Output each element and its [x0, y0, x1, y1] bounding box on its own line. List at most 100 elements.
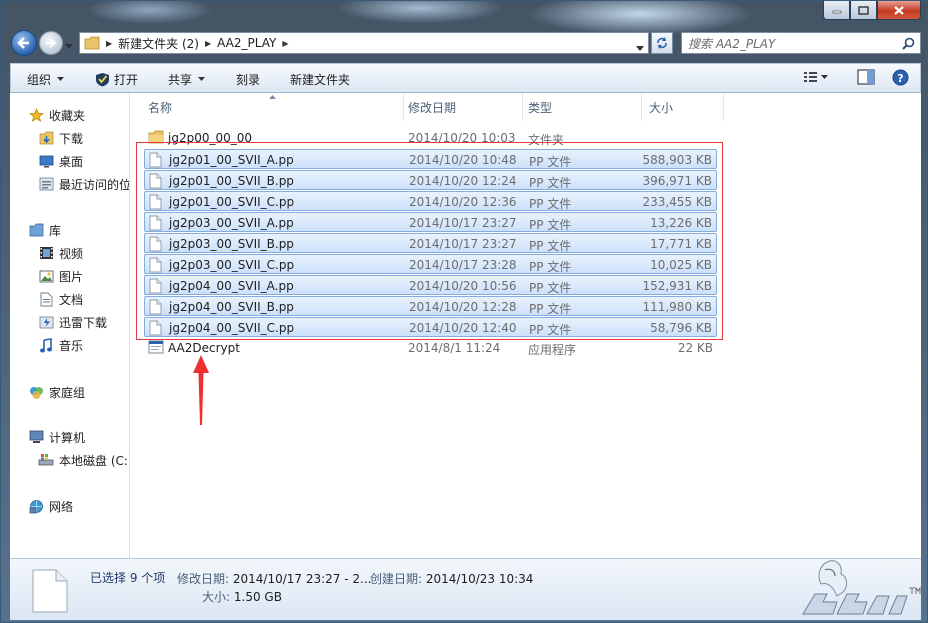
address-bar[interactable]: ▶ 新建文件夹 (2) ▶ AA2_PLAY ▶	[79, 32, 649, 54]
created-date-info: 创建日期: 2014/10/23 10:34	[370, 570, 533, 587]
nav-downloads[interactable]: 下载	[38, 128, 83, 148]
file-row-icon	[149, 278, 162, 297]
nav-local-disk[interactable]: 本地磁盘 (C:)	[38, 450, 129, 470]
nav-label: 最近访问的位置	[59, 177, 130, 192]
file-row-icon	[149, 173, 162, 192]
nav-documents[interactable]: 文档	[38, 289, 83, 309]
svg-text:?: ?	[897, 72, 903, 85]
preview-pane-button[interactable]	[857, 69, 875, 88]
breadcrumb-separator[interactable]: ▶	[205, 39, 211, 48]
file-row[interactable]: jg2p04_00_SVII_B.pp 2014/10/20 12:28 PP 文件…	[144, 296, 717, 316]
file-row[interactable]: jg2p00_00_00 2014/10/20 10:03 文件夹	[144, 128, 717, 148]
file-type: PP 文件	[529, 302, 572, 316]
nav-label: 音乐	[59, 338, 84, 353]
column-divider[interactable]	[723, 93, 724, 121]
file-size: 58,796 KB	[650, 321, 712, 335]
file-type: PP 文件	[529, 239, 572, 253]
column-header-type[interactable]: 类型	[528, 93, 552, 121]
open-label: 打开	[114, 73, 139, 87]
preview-pane-icon	[857, 69, 875, 85]
breadcrumb-separator[interactable]: ▶	[106, 39, 112, 48]
file-row[interactable]: jg2p03_00_SVII_C.pp 2014/10/17 23:28 PP 文件…	[144, 254, 717, 274]
file-icon	[149, 299, 162, 315]
file-row-icon	[149, 236, 162, 255]
burn-button[interactable]: 刻录	[236, 71, 260, 88]
size-info: 大小: 1.50 GB	[202, 588, 282, 605]
nav-homegroup[interactable]: 家庭组	[28, 382, 85, 402]
nav-desktop[interactable]: 桌面	[38, 151, 83, 171]
sort-ascending-icon	[269, 95, 276, 99]
nav-libraries[interactable]: 库	[28, 220, 61, 240]
breadcrumb-separator[interactable]: ▶	[282, 39, 288, 48]
open-button[interactable]: 打开	[95, 71, 138, 88]
view-options-button[interactable]	[803, 69, 831, 88]
file-modified-date: 2014/10/20 12:40	[409, 321, 517, 335]
nav-recent-places[interactable]: 最近访问的位置	[38, 174, 130, 194]
chevron-down-icon	[636, 46, 644, 51]
drive-icon	[38, 452, 54, 468]
forward-button[interactable]	[39, 31, 63, 55]
nav-label: 迅雷下载	[59, 315, 108, 330]
breadcrumb-item[interactable]: AA2_PLAY	[217, 36, 276, 50]
details-pane: 已选择 9 个项 修改日期: 2014/10/17 23:27 - 2... 创…	[10, 558, 921, 620]
file-modified-date: 2014/10/20 12:28	[409, 300, 517, 314]
file-icon	[149, 194, 162, 210]
nav-pictures[interactable]: 图片	[38, 266, 83, 286]
refresh-button[interactable]	[651, 32, 673, 54]
file-row-icon	[148, 130, 164, 147]
column-header-name[interactable]: 名称	[148, 93, 172, 121]
created-date-value: 2014/10/23 10:34	[425, 572, 534, 586]
help-button[interactable]: ?	[892, 69, 909, 89]
column-divider[interactable]	[522, 93, 523, 121]
column-header-size[interactable]: 大小	[649, 93, 673, 121]
nav-thunder-downloads[interactable]: 迅雷下载	[38, 312, 107, 332]
file-size: 588,903 KB	[642, 153, 712, 167]
file-name: jg2p03_00_SVII_A.pp	[169, 216, 294, 230]
file-row-icon	[149, 320, 162, 339]
music-icon	[38, 337, 54, 353]
homegroup-icon	[28, 384, 44, 400]
nav-favorites[interactable]: 收藏夹	[28, 105, 85, 125]
file-row[interactable]: jg2p04_00_SVII_C.pp 2014/10/20 12:40 PP 文件…	[144, 317, 717, 337]
share-menu[interactable]: 共享	[168, 71, 206, 88]
nav-music[interactable]: 音乐	[38, 335, 83, 355]
search-box[interactable]	[681, 32, 921, 54]
recent-pages-dropdown[interactable]	[65, 39, 73, 53]
file-row[interactable]: jg2p01_00_SVII_A.pp 2014/10/20 10:48 PP 文件…	[144, 149, 717, 169]
address-dropdown[interactable]	[636, 41, 644, 55]
modified-date-value: 2014/10/17 23:27 - 2...	[232, 572, 372, 586]
search-input[interactable]	[688, 36, 888, 51]
file-modified-date: 2014/10/17 23:28	[409, 258, 517, 272]
file-size: 111,980 KB	[642, 300, 712, 314]
thunder-folder-icon	[38, 314, 54, 330]
maximize-button[interactable]	[850, 1, 877, 20]
nav-label: 网络	[49, 499, 74, 514]
file-row-icon	[149, 194, 162, 213]
nav-computer[interactable]: 计算机	[28, 427, 85, 447]
file-icon	[149, 236, 162, 252]
column-header-modified[interactable]: 修改日期	[408, 93, 456, 121]
nav-network[interactable]: 网络	[28, 496, 73, 516]
organize-menu[interactable]: 组织	[27, 71, 65, 88]
watermark-logo	[802, 560, 921, 615]
column-divider[interactable]	[403, 93, 404, 121]
breadcrumb-item[interactable]: 新建文件夹 (2)	[118, 35, 199, 52]
back-button[interactable]	[11, 30, 37, 56]
file-row[interactable]: jg2p03_00_SVII_B.pp 2014/10/17 23:27 PP 文件…	[144, 233, 717, 253]
file-row[interactable]: AA2Decrypt 2014/8/1 11:24 应用程序 22 KB	[144, 338, 717, 358]
nav-videos[interactable]: 视频	[38, 243, 83, 263]
column-divider[interactable]	[641, 93, 642, 121]
file-row[interactable]: jg2p04_00_SVII_A.pp 2014/10/20 10:56 PP 文件…	[144, 275, 717, 295]
file-type: PP 文件	[529, 155, 572, 169]
file-row[interactable]: jg2p01_00_SVII_B.pp 2014/10/20 12:24 PP 文件…	[144, 170, 717, 190]
refresh-icon	[657, 37, 667, 49]
file-row[interactable]: jg2p01_00_SVII_C.pp 2014/10/20 12:36 PP 文件…	[144, 191, 717, 211]
file-row[interactable]: jg2p03_00_SVII_A.pp 2014/10/17 23:27 PP 文件…	[144, 212, 717, 232]
computer-icon	[28, 429, 44, 445]
size-value: 1.50 GB	[233, 590, 282, 604]
file-type: PP 文件	[529, 260, 572, 274]
close-button[interactable]	[877, 1, 921, 20]
minimize-button[interactable]	[823, 1, 850, 20]
new-folder-button[interactable]: 新建文件夹	[290, 71, 350, 88]
nav-label: 家庭组	[49, 385, 86, 400]
